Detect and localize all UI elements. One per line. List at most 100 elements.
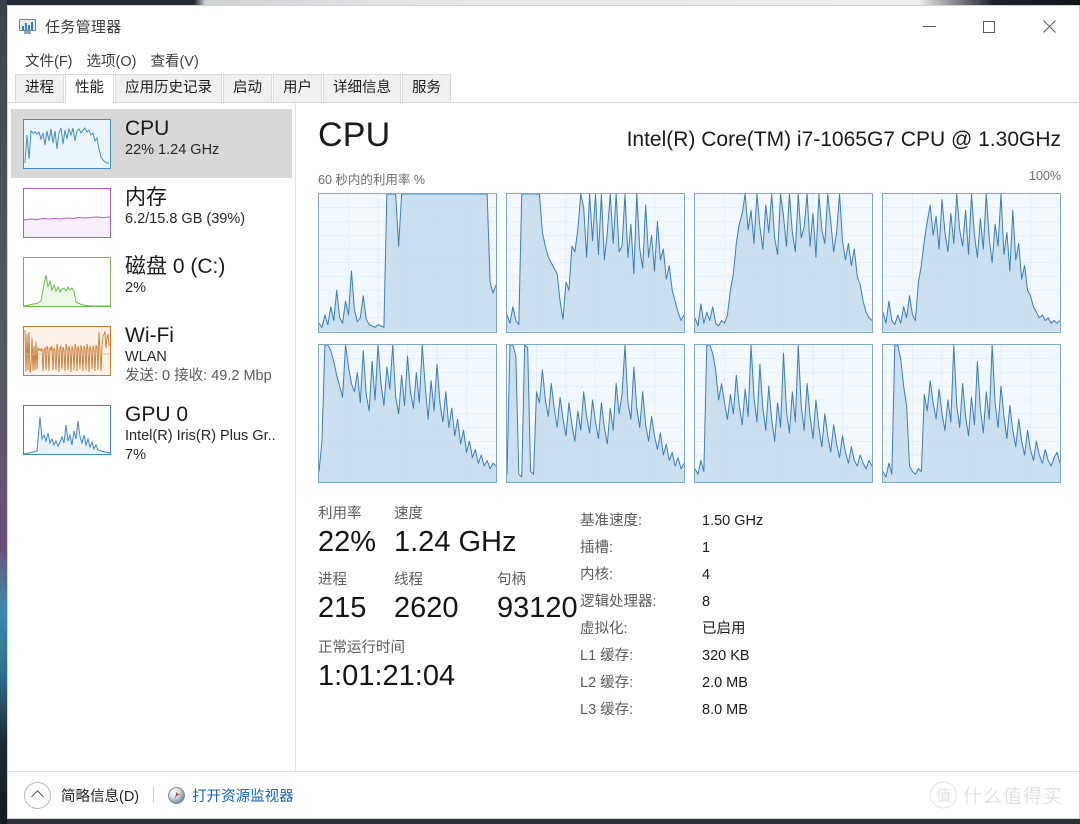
graph-axis-right-label: 100% bbox=[1029, 169, 1061, 183]
spec-key: 逻辑处理器: bbox=[580, 594, 657, 610]
minimize-button[interactable] bbox=[899, 6, 959, 47]
sidebar-item-cpu-sub: 22% 1.24 GHz bbox=[125, 142, 220, 158]
speed-label: 速度 bbox=[394, 506, 423, 522]
spec-row: 逻辑处理器: 8 bbox=[580, 589, 1061, 616]
spec-row: L3 缓存: 8.0 MB bbox=[580, 697, 1061, 724]
sidebar-item-memory-title: 内存 bbox=[125, 186, 167, 209]
window-title: 任务管理器 bbox=[45, 19, 122, 36]
watermark-badge: 值 bbox=[929, 781, 957, 809]
stats-row-2: 进程 215 线程 2620 句柄 93120 bbox=[318, 571, 580, 626]
watermark: 值 什么值得买 bbox=[929, 781, 1063, 809]
sidebar-item-wifi-title: Wi-Fi bbox=[125, 324, 174, 347]
spec-key: L3 缓存: bbox=[580, 702, 634, 718]
cpu-core-graph bbox=[882, 343, 1061, 483]
sidebar-item-disk-0-title: 磁盘 0 (C:) bbox=[125, 255, 226, 278]
graph-axis-left-label: 60 秒内的利用率 % bbox=[318, 173, 425, 187]
spec-row: 基准速度: 1.50 GHz bbox=[580, 508, 1061, 535]
tab-details[interactable]: 详细信息 bbox=[323, 74, 401, 102]
panel-header: CPU Intel(R) Core(TM) i7-1065G7 CPU @ 1.… bbox=[318, 115, 1061, 155]
sidebar-item-cpu-text: CPU 22% 1.24 GHz bbox=[125, 116, 219, 160]
resource-sidebar: CPU 22% 1.24 GHz 内存 6.2/15.8 GB (39%) 磁盘… bbox=[8, 103, 296, 771]
status-bar: 简略信息(D) 打开资源监视器 值 什么值得买 bbox=[8, 771, 1079, 818]
cpu-core-graph bbox=[506, 193, 685, 333]
spec-value: 8.0 MB bbox=[702, 702, 748, 718]
sidebar-item-wifi-text: Wi-Fi WLAN 发送: 0 接收: 49.2 Mbp bbox=[125, 323, 272, 386]
cpu-core-graph bbox=[694, 343, 873, 483]
processes-label: 进程 bbox=[318, 572, 347, 588]
sidebar-item-disk-0[interactable]: 磁盘 0 (C:) 2% bbox=[11, 247, 292, 316]
threads-value: 2620 bbox=[394, 592, 459, 624]
sidebar-item-wifi-sub2: 发送: 0 接收: 49.2 Mbp bbox=[125, 368, 272, 384]
task-manager-icon bbox=[18, 17, 38, 37]
tab-users[interactable]: 用户 bbox=[273, 74, 322, 102]
cpu-core-graph bbox=[506, 343, 685, 483]
handles-label: 句柄 bbox=[497, 572, 526, 588]
sidebar-item-gpu-0-sub2: 7% bbox=[125, 447, 146, 463]
fewer-details-button[interactable] bbox=[24, 781, 51, 809]
cpu-spec-list: 基准速度: 1.50 GHz 插槽: 1 内核: 4 逻辑处理器: 8 虚拟化: 已启用 L1 缓存… bbox=[580, 505, 1061, 771]
status-divider bbox=[153, 787, 155, 803]
fewer-details-label[interactable]: 简略信息(D) bbox=[61, 785, 139, 806]
cpu-stats: 利用率 22% 速度 1.24 GHz 进程 215 线程 2620 句柄 93… bbox=[318, 505, 1061, 771]
task-manager-window: 任务管理器 文件(F) 选项(O) 查看(V) 进程 性能 应用历史记录 启动 … bbox=[7, 5, 1080, 819]
processes-value: 215 bbox=[318, 592, 367, 624]
cpu-stats-left: 利用率 22% 速度 1.24 GHz 进程 215 线程 2620 句柄 93… bbox=[318, 505, 580, 771]
sidebar-item-wifi[interactable]: Wi-Fi WLAN 发送: 0 接收: 49.2 Mbp bbox=[11, 316, 292, 395]
menu-file[interactable]: 文件(F) bbox=[18, 48, 80, 73]
sidebar-item-memory-sub: 6.2/15.8 GB (39%) bbox=[125, 211, 246, 227]
chevron-up-icon bbox=[31, 790, 44, 803]
cpu-core-graph bbox=[318, 343, 497, 483]
sidebar-item-cpu-title: CPU bbox=[125, 117, 170, 140]
menu-options[interactable]: 选项(O) bbox=[80, 48, 144, 73]
spec-value: 1.50 GHz bbox=[702, 513, 764, 529]
tab-startup[interactable]: 启动 bbox=[223, 74, 272, 102]
sidebar-item-memory-text: 内存 6.2/15.8 GB (39%) bbox=[125, 185, 245, 229]
tab-services[interactable]: 服务 bbox=[402, 74, 451, 102]
disk-thumbnail-chart bbox=[23, 257, 111, 307]
spec-row: 虚拟化: 已启用 bbox=[580, 616, 1061, 643]
tab-performance[interactable]: 性能 bbox=[65, 74, 114, 103]
spec-key: 基准速度: bbox=[580, 513, 643, 529]
utilization-value: 22% bbox=[318, 526, 377, 558]
maximize-button[interactable] bbox=[959, 6, 1019, 47]
open-resource-monitor-link[interactable]: 打开资源监视器 bbox=[192, 785, 294, 806]
sidebar-item-disk-0-sub: 2% bbox=[125, 280, 146, 296]
utilization-label: 利用率 bbox=[318, 506, 362, 522]
handles-stat: 句柄 93120 bbox=[497, 571, 578, 626]
performance-detail-panel: CPU Intel(R) Core(TM) i7-1065G7 CPU @ 1.… bbox=[296, 103, 1079, 771]
cpu-core-graph bbox=[318, 193, 497, 333]
sidebar-item-memory[interactable]: 内存 6.2/15.8 GB (39%) bbox=[11, 178, 292, 247]
window-controls bbox=[899, 6, 1079, 47]
cpu-model-name: Intel(R) Core(TM) i7-1065G7 CPU @ 1.30GH… bbox=[626, 128, 1061, 151]
logical-processor-graph-grid bbox=[318, 193, 1061, 483]
spec-key: L1 缓存: bbox=[580, 648, 634, 664]
maximize-icon bbox=[983, 20, 995, 33]
wifi-thumbnail-chart bbox=[23, 326, 111, 376]
sidebar-item-gpu-0-text: GPU 0 Intel(R) Iris(R) Plus Gr.. 7% bbox=[125, 402, 276, 465]
utilization-stat: 利用率 22% bbox=[318, 505, 394, 560]
close-icon bbox=[1042, 20, 1056, 34]
close-button[interactable] bbox=[1019, 6, 1079, 47]
sidebar-item-gpu-0[interactable]: GPU 0 Intel(R) Iris(R) Plus Gr.. 7% bbox=[11, 395, 292, 474]
uptime-value: 1:01:21:04 bbox=[318, 660, 456, 692]
tab-strip: 进程 性能 应用历史记录 启动 用户 详细信息 服务 bbox=[8, 74, 1079, 103]
menu-view[interactable]: 查看(V) bbox=[143, 48, 205, 73]
handles-value: 93120 bbox=[497, 592, 578, 624]
cpu-core-graph bbox=[882, 193, 1061, 333]
menu-bar: 文件(F) 选项(O) 查看(V) bbox=[8, 47, 1079, 74]
sidebar-item-cpu[interactable]: CPU 22% 1.24 GHz bbox=[11, 109, 292, 178]
resource-monitor-icon bbox=[168, 786, 186, 804]
spec-key: 插槽: bbox=[580, 540, 614, 556]
tab-processes[interactable]: 进程 bbox=[15, 74, 64, 102]
spec-key: 内核: bbox=[580, 567, 614, 583]
content-area: CPU 22% 1.24 GHz 内存 6.2/15.8 GB (39%) 磁盘… bbox=[8, 103, 1079, 771]
sidebar-item-gpu-0-title: GPU 0 bbox=[125, 403, 189, 426]
tab-app-history[interactable]: 应用历史记录 bbox=[115, 74, 222, 102]
sidebar-item-disk-0-text: 磁盘 0 (C:) 2% bbox=[125, 254, 225, 298]
spec-value: 320 KB bbox=[702, 648, 750, 664]
spec-value: 8 bbox=[702, 594, 711, 610]
title-bar: 任务管理器 bbox=[8, 6, 1079, 47]
spec-row: L1 缓存: 320 KB bbox=[580, 643, 1061, 670]
cpu-thumbnail-chart bbox=[23, 119, 111, 169]
page-title: CPU bbox=[318, 116, 391, 154]
